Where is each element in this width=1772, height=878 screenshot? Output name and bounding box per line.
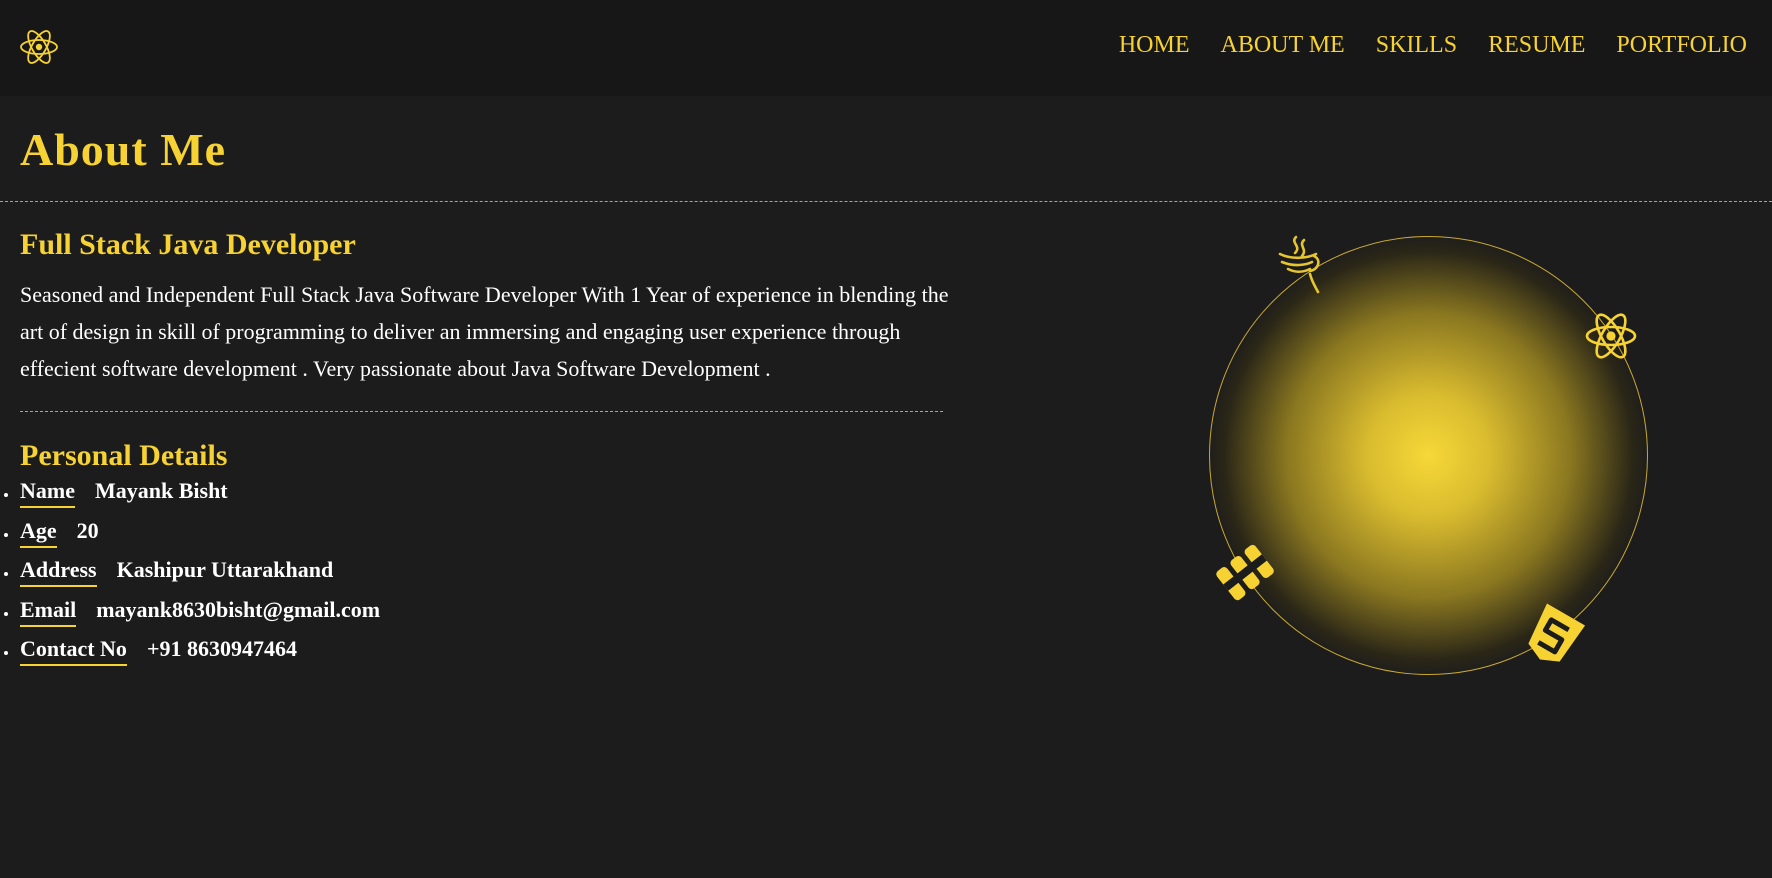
nav-home-link[interactable]: HOME — [1119, 30, 1190, 60]
css-icon — [1528, 603, 1586, 662]
skills-orbit — [1180, 220, 1680, 690]
detail-label: Contact No — [20, 635, 127, 666]
summary-divider — [20, 411, 943, 412]
detail-email: Email mayank8630bisht@gmail.com — [3, 596, 380, 636]
detail-label: Email — [20, 596, 77, 627]
detail-value: 20 — [76, 517, 99, 543]
navbar: HOME ABOUT ME SKILLS RESUME PORTFOLIO — [0, 0, 1772, 96]
nav-menu: HOME ABOUT ME SKILLS RESUME PORTFOLIO — [1119, 30, 1747, 60]
java-icon — [1278, 235, 1320, 294]
role-headline: Full Stack Java Developer — [20, 228, 356, 261]
detail-age: Age 20 — [3, 517, 380, 557]
detail-address: Address Kashipur Uttarakhand — [3, 556, 380, 596]
database-icon — [1216, 544, 1274, 601]
nav-portfolio-link[interactable]: PORTFOLIO — [1616, 30, 1747, 60]
personal-details-title: Personal Details — [20, 439, 228, 472]
section-divider — [0, 201, 1772, 202]
detail-contact: Contact No +91 8630947464 — [3, 635, 380, 675]
detail-label: Age — [20, 517, 57, 548]
detail-label: Address — [20, 556, 97, 587]
detail-name: Name Mayank Bisht — [3, 477, 380, 517]
detail-label: Name — [20, 477, 75, 508]
react-atom-icon — [1585, 313, 1637, 359]
about-summary: Seasoned and Independent Full Stack Java… — [20, 282, 949, 381]
personal-details-list: Name Mayank Bisht Age 20 Address Kashipu… — [3, 477, 380, 675]
nav-resume-link[interactable]: RESUME — [1488, 30, 1585, 60]
page-title: About Me — [20, 124, 227, 175]
nav-about-me-link[interactable]: ABOUT ME — [1220, 30, 1344, 60]
nav-skills-link[interactable]: SKILLS — [1376, 30, 1457, 60]
react-atom-icon[interactable] — [18, 26, 60, 68]
detail-value: Kashipur Uttarakhand — [116, 557, 334, 582]
detail-value: +91 8630947464 — [146, 636, 297, 661]
detail-value[interactable]: mayank8630bisht@gmail.com — [96, 596, 380, 624]
detail-value: Mayank Bisht — [94, 478, 228, 503]
